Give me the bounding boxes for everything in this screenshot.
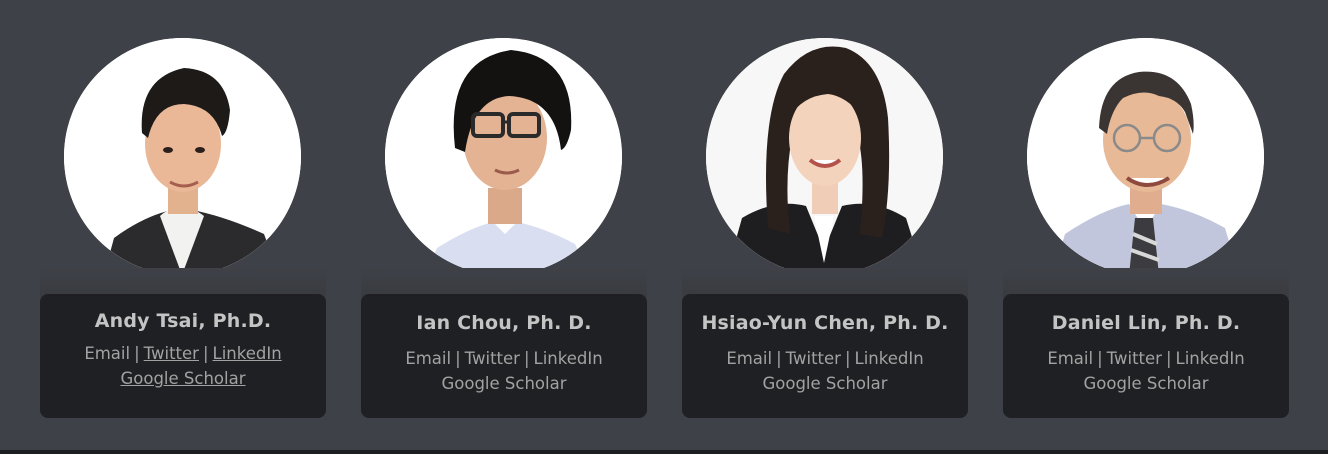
google-scholar-link[interactable]: Google Scholar: [441, 374, 566, 393]
linkedin-link[interactable]: LinkedIn: [534, 349, 603, 368]
twitter-link[interactable]: Twitter: [144, 344, 199, 363]
member-links: Email | Twitter | LinkedIn Google Scholar: [361, 346, 647, 396]
google-scholar-link[interactable]: Google Scholar: [762, 374, 887, 393]
link-separator: |: [455, 349, 461, 368]
email-link[interactable]: Email: [84, 344, 130, 363]
team-member-card: Daniel Lin, Ph. D. Email | Twitter | LinkedI…: [1003, 38, 1289, 418]
member-photo: [1027, 38, 1264, 275]
twitter-link[interactable]: Twitter: [786, 349, 841, 368]
member-photo: [385, 38, 622, 275]
link-separator: |: [134, 344, 140, 363]
email-link[interactable]: Email: [1047, 349, 1093, 368]
link-separator: |: [844, 349, 851, 368]
email-link[interactable]: Email: [726, 349, 772, 368]
member-links: Email | Twitter | LinkedIn Google Scholar: [40, 341, 326, 391]
twitter-link[interactable]: Twitter: [465, 349, 520, 368]
link-separator: |: [1165, 349, 1172, 368]
team-member-card: Andy Tsai, Ph.D. Email | Twitter | LinkedIn …: [40, 38, 326, 418]
team-member-card: Ian Chou, Ph. D. Email | Twitter | LinkedIn …: [361, 38, 647, 418]
link-separator: |: [202, 344, 209, 363]
linkedin-link[interactable]: LinkedIn: [855, 349, 924, 368]
link-separator: |: [776, 349, 782, 368]
member-name: Andy Tsai, Ph.D.: [94, 310, 272, 332]
member-info-box: Andy Tsai, Ph.D. Email | Twitter | LinkedIn …: [40, 294, 326, 418]
member-name: Ian Chou, Ph. D.: [416, 312, 592, 334]
email-link[interactable]: Email: [405, 349, 451, 368]
google-scholar-link[interactable]: Google Scholar: [1083, 374, 1208, 393]
team-section: Andy Tsai, Ph.D. Email | Twitter | LinkedIn …: [0, 0, 1328, 454]
member-links: Email | Twitter | LinkedIn Google Scholar: [682, 346, 968, 396]
team-member-card: Hsiao-Yun Chen, Ph. D. Email | Twitter | Lin…: [682, 38, 968, 418]
google-scholar-link[interactable]: Google Scholar: [120, 369, 245, 388]
bottom-divider: [0, 450, 1328, 454]
link-separator: |: [1097, 349, 1103, 368]
member-name: Hsiao-Yun Chen, Ph. D.: [701, 312, 949, 334]
member-info-box: Hsiao-Yun Chen, Ph. D. Email | Twitter | Lin…: [682, 294, 968, 418]
member-photo: [64, 38, 301, 275]
link-separator: |: [523, 349, 530, 368]
twitter-link[interactable]: Twitter: [1107, 349, 1162, 368]
member-info-box: Ian Chou, Ph. D. Email | Twitter | LinkedIn …: [361, 294, 647, 418]
member-name: Daniel Lin, Ph. D.: [1051, 312, 1241, 334]
member-info-box: Daniel Lin, Ph. D. Email | Twitter | LinkedI…: [1003, 294, 1289, 418]
member-photo: [706, 38, 943, 275]
linkedin-link[interactable]: LinkedIn: [1176, 349, 1245, 368]
member-links: Email | Twitter | LinkedIn Google Scholar: [1003, 346, 1289, 396]
linkedin-link[interactable]: LinkedIn: [213, 344, 282, 363]
